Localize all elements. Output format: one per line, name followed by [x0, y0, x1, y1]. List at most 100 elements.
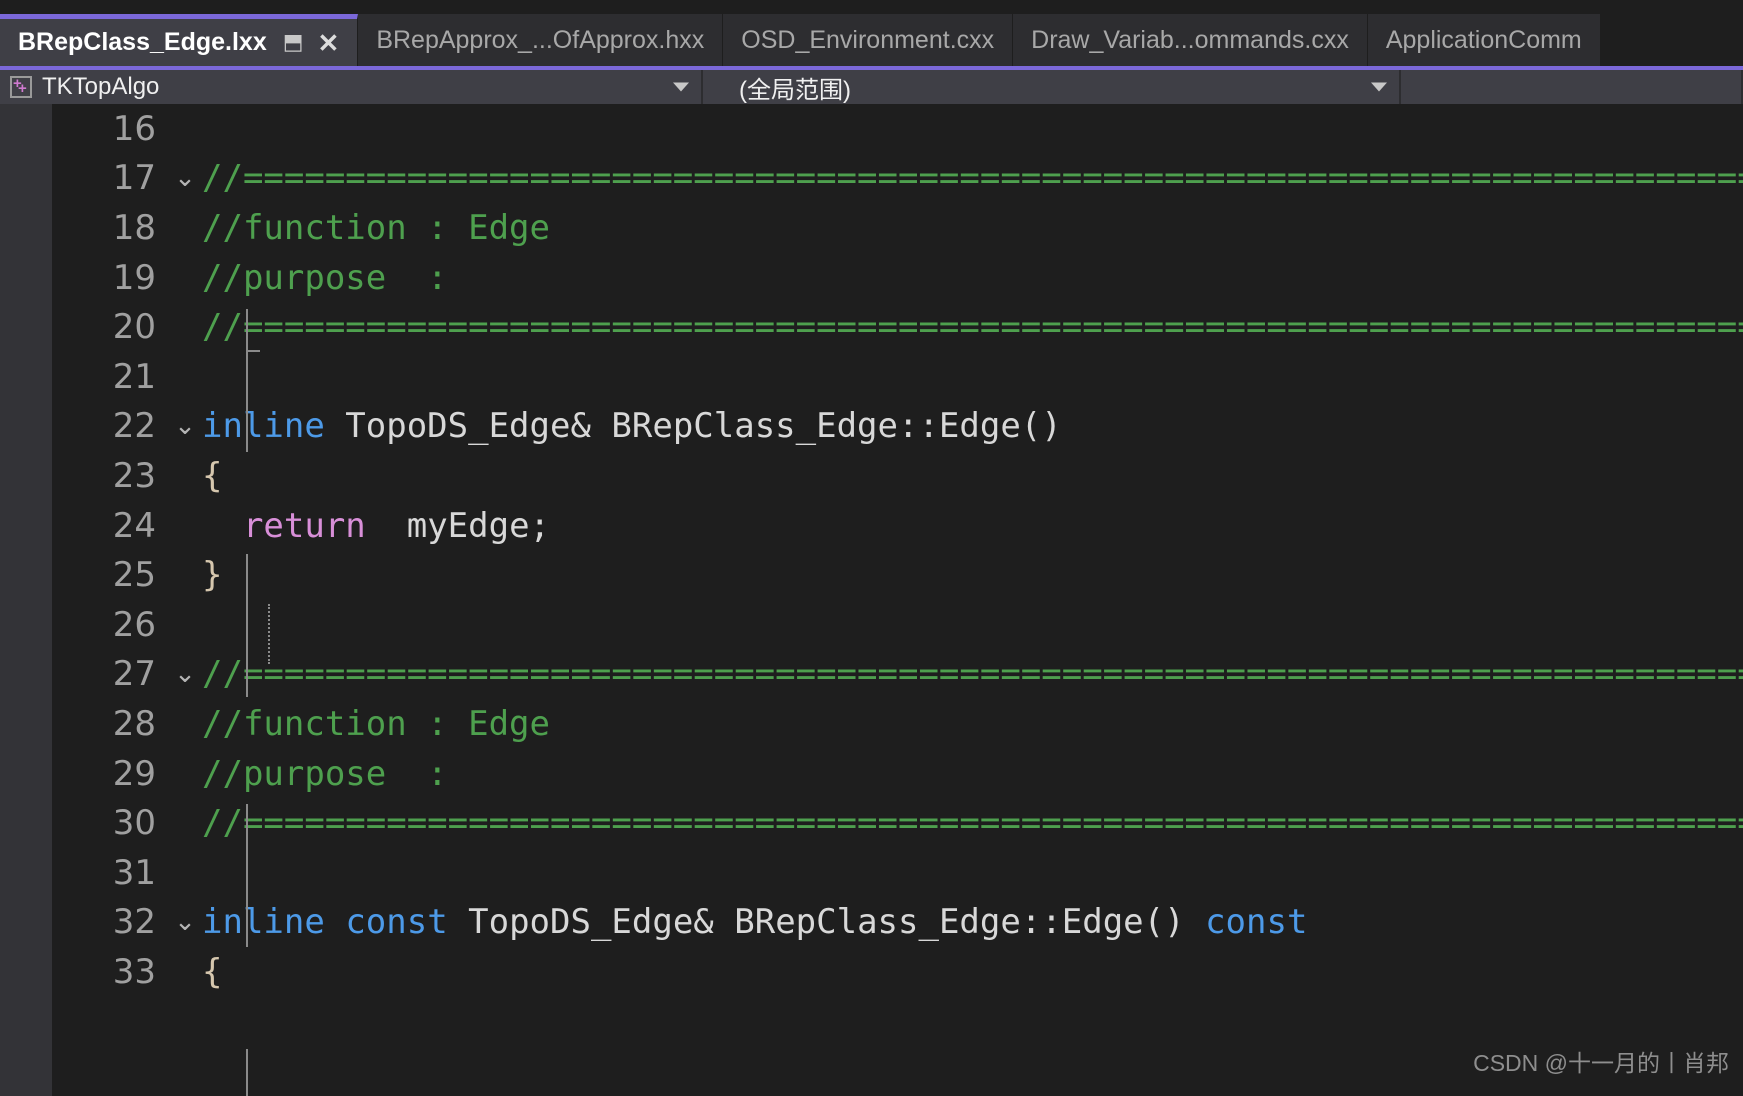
cpp-project-icon: [10, 76, 32, 98]
code-token-cmt: //purpose :: [202, 257, 448, 298]
code-token-kw: inline: [202, 902, 325, 943]
editor-tab-3[interactable]: Draw_Variab...ommands.cxx: [1013, 14, 1368, 66]
editor-tab-label: OSD_Environment.cxx: [741, 25, 995, 54]
code-token-brc: }: [202, 555, 223, 596]
code-line-text: return myEdge;: [202, 506, 1743, 546]
code-line-text: //function : Edge: [202, 208, 1743, 248]
code-line[interactable]: 24 return myEdge;: [52, 501, 1743, 551]
code-line-text: //======================================…: [202, 654, 1743, 694]
line-number: 31: [112, 852, 156, 893]
line-number: 21: [112, 356, 156, 397]
code-line-text: //======================================…: [202, 803, 1743, 843]
fold-chevron-down-icon[interactable]: ⌄: [168, 165, 202, 191]
code-token-kw: const: [345, 902, 448, 943]
code-line-text: //purpose :: [202, 754, 1743, 794]
line-number: 24: [112, 505, 156, 546]
code-token-kw: const: [1205, 902, 1308, 943]
code-line[interactable]: 18 //function : Edge: [52, 203, 1743, 253]
code-line[interactable]: 28 //function : Edge: [52, 699, 1743, 749]
code-token-cmt: //function : Edge: [202, 703, 550, 744]
code-token-pln: TopoDS_Edge& BRepClass_Edge::Edge(): [447, 902, 1206, 943]
fold-chevron-down-icon[interactable]: ⌄: [168, 413, 202, 439]
structure-guide-line: [246, 309, 248, 452]
code-token-cmt: //======================================…: [202, 307, 1743, 348]
code-line[interactable]: 27 ⌄//===================================…: [52, 650, 1743, 700]
line-number: 26: [112, 604, 156, 645]
line-number: 22: [112, 406, 156, 447]
code-line[interactable]: 23 {: [52, 451, 1743, 501]
code-line-text: //======================================…: [202, 307, 1743, 347]
member-scope-dropdown[interactable]: (全局范围): [703, 70, 1401, 104]
code-editor-surface[interactable]: 16 17 ⌄//=================================…: [0, 104, 1743, 1096]
code-text-area[interactable]: 16 17 ⌄//=================================…: [52, 104, 1743, 1096]
project-scope-value: TKTopAlgo: [42, 73, 160, 100]
code-line[interactable]: 32 ⌄ inline const TopoDS_Edge& BRepClass_E…: [52, 898, 1743, 948]
code-line[interactable]: 17 ⌄//===================================…: [52, 154, 1743, 204]
editor-tab-label: BRepClass_Edge.lxx: [18, 28, 267, 56]
code-token-cmt: //======================================…: [202, 158, 1743, 199]
code-line-text: {: [202, 456, 1743, 496]
code-line[interactable]: 16: [52, 104, 1743, 154]
editor-tab-2[interactable]: OSD_Environment.cxx: [723, 14, 1014, 66]
editor-tab-4[interactable]: ApplicationComm: [1367, 14, 1601, 66]
code-line[interactable]: 20 //====================================…: [52, 302, 1743, 352]
code-line[interactable]: 22 ⌄ inline TopoDS_Edge& BRepClass_Edge::E…: [52, 402, 1743, 452]
editor-tab-0[interactable]: BRepClass_Edge.lxx ⬒ ✕: [0, 14, 359, 66]
pin-icon[interactable]: ⬒: [283, 31, 304, 54]
code-line[interactable]: 30 //====================================…: [52, 798, 1743, 848]
code-token-pln: [202, 506, 243, 546]
code-line-text: inline TopoDS_Edge& BRepClass_Edge::Edge…: [202, 406, 1743, 446]
code-token-pln: [325, 902, 345, 942]
code-line-text: }: [202, 555, 1743, 595]
fold-chevron-down-icon[interactable]: ⌄: [168, 909, 202, 935]
line-number: 30: [112, 803, 156, 844]
chevron-down-icon[interactable]: [673, 82, 689, 92]
structure-guide-line: [246, 804, 248, 947]
code-line-text: //======================================…: [202, 158, 1743, 198]
code-line[interactable]: 31: [52, 848, 1743, 898]
indent-guide-line: [268, 604, 270, 664]
code-token-ctrl: return: [242, 505, 366, 546]
structure-guide-foot: [246, 350, 260, 352]
symbol-scope-dropdown[interactable]: [1401, 70, 1743, 104]
editor-tab-label: BRepApprox_...OfApprox.hxx: [376, 25, 705, 54]
line-number: 16: [112, 108, 156, 149]
line-number: 33: [112, 951, 156, 992]
code-line[interactable]: 26: [52, 600, 1743, 650]
line-number: 27: [112, 654, 156, 695]
visual-studio-editor-window: BRepClass_Edge.lxx ⬒ ✕ BRepApprox_...OfAppr…: [0, 0, 1743, 1096]
editor-navigation-bar: TKTopAlgo (全局范围): [0, 66, 1743, 104]
fold-chevron-down-icon[interactable]: ⌄: [168, 661, 202, 687]
code-line-text: inline const TopoDS_Edge& BRepClass_Edge…: [202, 902, 1743, 942]
code-token-cmt: //function : Edge: [202, 207, 550, 248]
code-token-pln: TopoDS_Edge& BRepClass_Edge::Edge(): [324, 406, 1062, 447]
project-scope-dropdown[interactable]: TKTopAlgo: [0, 70, 703, 104]
structure-guide-line: [246, 1049, 248, 1096]
line-number: 19: [112, 257, 156, 298]
editor-tab-strip: BRepClass_Edge.lxx ⬒ ✕ BRepApprox_...OfAppr…: [0, 0, 1743, 66]
code-token-brc: {: [202, 455, 223, 496]
line-number: 17: [112, 158, 156, 199]
code-token-cmt: //purpose :: [202, 753, 448, 794]
chevron-down-icon[interactable]: [1371, 82, 1387, 92]
code-line[interactable]: 29 //purpose :: [52, 749, 1743, 799]
code-token-kw: inline: [202, 406, 325, 447]
line-number: 20: [112, 307, 156, 348]
close-icon[interactable]: ✕: [318, 30, 340, 56]
structure-guide-line: [246, 554, 248, 697]
member-scope-value: (全局范围): [739, 76, 851, 104]
code-token-pln: myEdge;: [365, 505, 551, 546]
editor-tab-1[interactable]: BRepApprox_...OfApprox.hxx: [358, 14, 724, 66]
code-line[interactable]: 21: [52, 352, 1743, 402]
code-token-brc: {: [202, 951, 223, 992]
editor-tab-label: Draw_Variab...ommands.cxx: [1031, 25, 1349, 54]
code-line[interactable]: 33 {: [52, 947, 1743, 997]
indicator-margin[interactable]: [0, 104, 52, 1096]
code-line[interactable]: 25}: [52, 550, 1743, 600]
line-number: 32: [112, 902, 156, 943]
code-line[interactable]: 19 //purpose :: [52, 253, 1743, 303]
watermark-text: CSDN @十一月的丨肖邦: [1473, 1050, 1729, 1076]
code-line-text: //function : Edge: [202, 704, 1743, 744]
line-number: 28: [112, 703, 156, 744]
code-token-cmt: //======================================…: [202, 803, 1743, 844]
